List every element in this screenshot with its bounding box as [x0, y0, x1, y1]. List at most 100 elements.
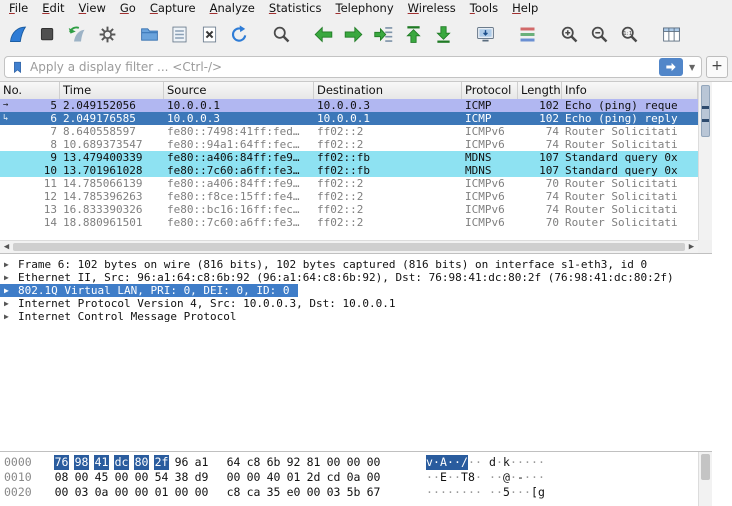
- hex-ascii: ········ ··5···[g: [426, 485, 545, 499]
- packet-row-14[interactable]: 14 18.880961501 fe80::7c60:a6ff:fe3… ff02::…: [0, 216, 698, 229]
- hex-dump: 0000 76 98 41 dc 80 2f 96 a1 64 c8 6b 92 81 00 00 00 v·A·…: [4, 455, 712, 500]
- packet-row-9[interactable]: 9 13.479400339 fe80::a406:84ff:fe9… ff02::f…: [0, 151, 698, 164]
- menu-edit[interactable]: Edit: [35, 1, 71, 15]
- go-first-packet-button[interactable]: [400, 21, 426, 49]
- save-file-button[interactable]: [166, 21, 192, 49]
- go-to-packet-button[interactable]: [370, 21, 396, 49]
- filter-bookmark-icon[interactable]: [7, 58, 27, 76]
- expand-arrow-icon[interactable]: ▶: [4, 297, 18, 310]
- colorize-button[interactable]: [514, 21, 540, 49]
- packet-list-header: No. Time Source Destination Protocol Length In…: [0, 82, 698, 100]
- capture-options-button[interactable]: [94, 21, 120, 49]
- packet-row-6[interactable]: ↳ 6 2.049176585 10.0.0.3 10.0.0.1 ICMP 102 Echo…: [0, 112, 698, 125]
- destination-cell: 10.0.0.3: [317, 99, 370, 112]
- hex-row-0010[interactable]: 0010 08 00 45 00 00 54 38 d9 00 00 40 01 2d cd 0a 00 ··E·…: [4, 470, 712, 485]
- zoom-reset-button[interactable]: 1:1: [616, 21, 642, 49]
- no-cell: 14: [43, 216, 57, 229]
- length-cell: 74: [545, 190, 559, 203]
- time-cell: 14.785396263: [63, 190, 143, 203]
- close-file-button[interactable]: [196, 21, 222, 49]
- menu-bar: File Edit View Go Capture Analyze Statistics Te…: [0, 0, 732, 16]
- expand-arrow-icon[interactable]: ▶: [4, 258, 18, 271]
- scrollbar-thumb[interactable]: [701, 454, 710, 480]
- detail-row-3[interactable]: ▶ Internet Protocol Version 4, Src: 10.0.…: [0, 297, 712, 310]
- menu-file[interactable]: File: [2, 1, 35, 15]
- length-cell: 74: [545, 125, 559, 138]
- column-header-time[interactable]: Time: [60, 82, 164, 99]
- detail-row-0[interactable]: ▶ Frame 6: 102 bytes on wire (816 bits), …: [0, 258, 712, 271]
- auto-scroll-button[interactable]: [472, 21, 498, 49]
- length-cell: 70: [545, 216, 559, 229]
- protocol-cell: ICMPv6: [465, 138, 505, 151]
- packet-bytes-scrollbar[interactable]: [698, 452, 712, 506]
- menu-go[interactable]: Go: [113, 1, 143, 15]
- detail-row-4[interactable]: ▶ Internet Control Message Protocol: [0, 310, 712, 323]
- menu-analyze[interactable]: Analyze: [203, 1, 262, 15]
- zoom-out-button[interactable]: [586, 21, 612, 49]
- add-filter-expression-button[interactable]: +: [706, 56, 728, 78]
- column-header-length[interactable]: Length: [518, 82, 562, 99]
- source-cell: fe80::f8ce:15ff:fe4…: [167, 190, 300, 203]
- resize-columns-button[interactable]: [658, 21, 684, 49]
- go-back-button[interactable]: [310, 21, 336, 49]
- related-packet-icon: ↳: [3, 113, 9, 123]
- detail-row-1[interactable]: ▶ Ethernet II, Src: 96:a1:64:c8:6b:92 (96…: [0, 271, 712, 284]
- menu-capture[interactable]: Capture: [143, 1, 203, 15]
- packet-row-11[interactable]: 11 14.785066139 fe80::a406:84ff:fe9… ff02::…: [0, 177, 698, 190]
- display-filter-input[interactable]: Apply a display filter ... <Ctrl-/> ▼: [4, 56, 703, 78]
- scrollbar-thumb[interactable]: [13, 243, 685, 251]
- open-file-button[interactable]: [136, 21, 162, 49]
- scroll-right-arrow-icon[interactable]: ▶: [685, 241, 698, 253]
- expand-arrow-icon[interactable]: ▶: [4, 284, 18, 297]
- packet-row-5[interactable]: → 5 2.049152056 10.0.0.1 10.0.0.3 ICMP 102 Echo…: [0, 99, 698, 112]
- time-cell: 16.833390326: [63, 203, 143, 216]
- stop-capture-button[interactable]: [34, 21, 60, 49]
- expand-arrow-icon[interactable]: ▶: [4, 310, 18, 323]
- detail-text: 802.1Q Virtual LAN, PRI: 0, DEI: 0, ID: …: [18, 284, 290, 297]
- length-cell: 107: [539, 151, 559, 164]
- packet-row-13[interactable]: 13 16.833390326 fe80::bc16:16ff:fec… ff02::…: [0, 203, 698, 216]
- reload-file-button[interactable]: [226, 21, 252, 49]
- column-header-no[interactable]: No.: [0, 82, 60, 99]
- start-capture-button[interactable]: [4, 21, 30, 49]
- packet-row-12[interactable]: 12 14.785396263 fe80::f8ce:15ff:fe4… ff02::…: [0, 190, 698, 203]
- menu-telephony[interactable]: Telephony: [328, 1, 400, 15]
- column-header-protocol[interactable]: Protocol: [462, 82, 518, 99]
- hex-row-0000[interactable]: 0000 76 98 41 dc 80 2f 96 a1 64 c8 6b 92 81 00 00 00 v·A·…: [4, 455, 712, 470]
- column-header-destination[interactable]: Destination: [314, 82, 462, 99]
- source-cell: fe80::7498:41ff:fed…: [167, 125, 300, 138]
- column-header-source[interactable]: Source: [164, 82, 314, 99]
- info-cell: Router Solicitati: [565, 203, 678, 216]
- menu-view[interactable]: View: [72, 1, 113, 15]
- menu-statistics[interactable]: Statistics: [262, 1, 329, 15]
- packet-list-horizontal-scrollbar[interactable]: ◀ ▶: [0, 240, 698, 253]
- packet-list-vertical-scrollbar[interactable]: [698, 82, 712, 240]
- time-cell: 18.880961501: [63, 216, 143, 229]
- info-cell: Router Solicitati: [565, 216, 678, 229]
- filter-dropdown-chevron-icon[interactable]: ▼: [685, 63, 699, 72]
- menu-wireless[interactable]: Wireless: [401, 1, 463, 15]
- hex-offset: 0010: [4, 470, 32, 484]
- apply-filter-button[interactable]: [659, 58, 684, 76]
- restart-capture-button[interactable]: [64, 21, 90, 49]
- expand-arrow-icon[interactable]: ▶: [4, 271, 18, 284]
- detail-text: Internet Protocol Version 4, Src: 10.0.0…: [18, 297, 396, 310]
- go-last-packet-button[interactable]: [430, 21, 456, 49]
- no-cell: 10: [43, 164, 57, 177]
- source-cell: fe80::bc16:16ff:fec…: [167, 203, 300, 216]
- packet-row-8[interactable]: 8 10.689373547 fe80::94a1:64ff:fec… ff02::2…: [0, 138, 698, 151]
- go-forward-button[interactable]: [340, 21, 366, 49]
- column-header-info[interactable]: Info: [562, 82, 698, 99]
- packet-row-7[interactable]: 7 8.640558597 fe80::7498:41ff:fed… ff02::2 I…: [0, 125, 698, 138]
- hex-row-0020[interactable]: 0020 00 03 0a 00 00 01 00 00 c8 ca 35 e0 00 03 5b 67 ····…: [4, 485, 712, 500]
- hex-offset: 0020: [4, 485, 32, 499]
- menu-help[interactable]: Help: [505, 1, 545, 15]
- zoom-in-button[interactable]: [556, 21, 582, 49]
- length-cell: 74: [545, 203, 559, 216]
- find-packet-button[interactable]: [268, 21, 294, 49]
- menu-tools[interactable]: Tools: [463, 1, 505, 15]
- scroll-left-arrow-icon[interactable]: ◀: [0, 241, 13, 253]
- scrollbar-thumb[interactable]: [701, 85, 710, 137]
- detail-row-2[interactable]: ▶ 802.1Q Virtual LAN, PRI: 0, DEI: 0, ID:…: [0, 284, 712, 297]
- packet-row-10[interactable]: 10 13.701961028 fe80::7c60:a6ff:fe3… ff02::…: [0, 164, 698, 177]
